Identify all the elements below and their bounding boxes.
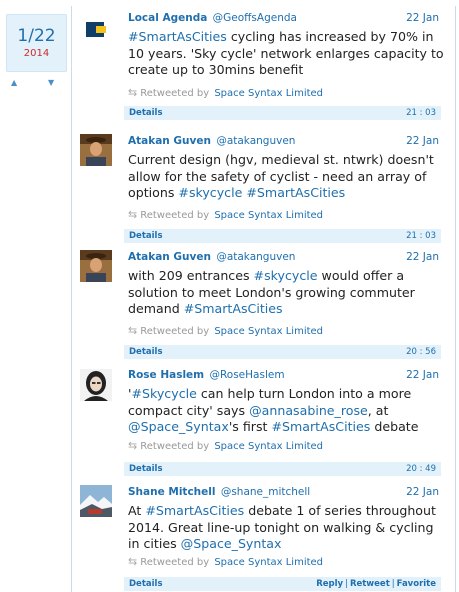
favorite-link[interactable]: Favorite — [397, 579, 436, 589]
tweet-text-segment: , at — [367, 402, 389, 418]
man-portrait-icon[interactable] — [80, 134, 112, 166]
retweeted-by-link[interactable]: Space Syntax Limited — [214, 210, 323, 221]
tweet-date[interactable]: 22 Jan — [406, 135, 439, 147]
tweet: Local Agenda @GeoffsAgenda 22 Jan #Smart… — [72, 6, 455, 123]
retweet-prefix: Retweeted by — [140, 326, 210, 337]
tweet-text-segment: with 209 entrances — [128, 268, 254, 283]
retweet-prefix: Retweeted by — [140, 210, 210, 221]
details-link[interactable]: Details — [129, 577, 163, 591]
tweet-author: Rose Haslem @RoseHaslem — [128, 369, 285, 381]
tweet-text: '#Skycycle can help turn London into a m… — [128, 386, 446, 436]
retweet-icon: ⇆ — [128, 324, 138, 337]
tweet-author: Local Agenda @GeoffsAgenda — [128, 12, 297, 24]
author-handle[interactable]: @atakanguven — [216, 135, 295, 147]
retweet-info: ⇆ Retweeted by Space Syntax Limited — [128, 208, 323, 221]
date-day: 1/22 — [17, 26, 56, 46]
tweet-text: #SmartAsCities cycling has increased by … — [128, 29, 446, 79]
retweet-prefix: Retweeted by — [140, 88, 210, 99]
retweeted-by-link[interactable]: Space Syntax Limited — [214, 326, 323, 337]
local-agenda-logo-icon[interactable] — [80, 14, 112, 46]
author-handle[interactable]: @atakanguven — [216, 251, 295, 263]
author-handle[interactable]: @GeoffsAgenda — [213, 12, 297, 24]
tweet-author: Shane Mitchell @shane_mitchell — [128, 486, 310, 498]
tweet: Atakan Guven @atakanguven 22 Jan with 20… — [72, 239, 455, 359]
date-year: 2014 — [23, 48, 50, 59]
tweet-date[interactable]: 22 Jan — [406, 486, 439, 498]
author-name[interactable]: Atakan Guven — [128, 251, 211, 263]
hashtag-link[interactable]: #skycycle — [254, 268, 318, 283]
tweet-author: Atakan Guven @atakanguven — [128, 135, 295, 147]
author-name[interactable]: Shane Mitchell — [128, 486, 215, 498]
tweet-footer: Details Reply | Retweet | Favorite — [124, 577, 441, 591]
author-name[interactable]: Rose Haslem — [128, 369, 204, 381]
hashtag-link[interactable]: #SmartAsCities — [128, 29, 227, 44]
tweet-date[interactable]: 22 Jan — [406, 251, 439, 263]
action-separator: | — [345, 579, 348, 589]
retweet-prefix: Retweeted by — [140, 441, 210, 452]
retweet-icon: ⇆ — [128, 439, 138, 452]
author-name[interactable]: Atakan Guven — [128, 135, 211, 147]
retweet-info: ⇆ Retweeted by Space Syntax Limited — [128, 86, 323, 99]
retweet-info: ⇆ Retweeted by Space Syntax Limited — [128, 324, 323, 337]
details-link[interactable]: Details — [129, 106, 163, 120]
tweet-date[interactable]: 22 Jan — [406, 12, 439, 24]
woman-portrait-icon[interactable] — [80, 369, 112, 401]
tweet-feed: Local Agenda @GeoffsAgenda 22 Jan #Smart… — [71, 6, 456, 592]
tweet: Rose Haslem @RoseHaslem 22 Jan '#Skycycl… — [72, 356, 455, 476]
retweet-icon: ⇆ — [128, 208, 138, 221]
author-handle[interactable]: @RoseHaslem — [209, 369, 284, 381]
tweet-author: Atakan Guven @atakanguven — [128, 251, 295, 263]
hashtag-link[interactable]: #SmartAsCities — [246, 185, 345, 200]
retweet-info: ⇆ Retweeted by Space Syntax Limited — [128, 439, 323, 452]
tweet-text: Current design (hgv, medieval st. ntwrk)… — [128, 152, 446, 202]
hashtag-link[interactable]: #skycycle — [178, 185, 242, 200]
mention-link[interactable]: @annasabine_rose — [249, 403, 368, 418]
retweet-info: ⇆ Retweeted by Space Syntax Limited — [128, 555, 323, 568]
tweet-text-segment: 's first — [228, 419, 272, 434]
retweeted-by-link[interactable]: Space Syntax Limited — [214, 557, 323, 568]
retweet-icon: ⇆ — [128, 555, 138, 568]
date-nav: ▲ ▼ — [8, 78, 64, 90]
hashtag-link[interactable]: #Skycycle — [131, 386, 196, 401]
tweet-text: with 209 entrances #skycycle would offer… — [128, 268, 446, 318]
date-box: 1/22 2014 — [6, 14, 67, 72]
retweeted-by-link[interactable]: Space Syntax Limited — [214, 441, 323, 452]
previous-day-arrow-icon[interactable]: ▲ — [11, 78, 17, 87]
tweet-date[interactable]: 22 Jan — [406, 369, 439, 381]
author-name[interactable]: Local Agenda — [128, 12, 207, 24]
tweet-text: At #SmartAsCities debate 1 of series thr… — [128, 503, 446, 553]
mention-link[interactable]: @Space_Syntax — [128, 419, 229, 434]
author-handle[interactable]: @shane_mitchell — [221, 486, 310, 498]
mention-link[interactable]: @Space_Syntax — [181, 536, 282, 551]
tweet-time: 21 : 03 — [406, 108, 436, 118]
tweet-text-segment: At — [128, 503, 146, 518]
tweet: Atakan Guven @atakanguven 22 Jan Current… — [72, 123, 455, 243]
action-separator: | — [391, 579, 395, 589]
next-day-arrow-icon[interactable]: ▼ — [48, 78, 54, 87]
retweet-icon: ⇆ — [128, 86, 138, 99]
tweet: Shane Mitchell @shane_mitchell 22 Jan At… — [72, 473, 455, 592]
retweeted-by-link[interactable]: Space Syntax Limited — [214, 88, 323, 99]
retweet-prefix: Retweeted by — [140, 557, 210, 568]
landscape-photo-icon[interactable] — [80, 485, 112, 517]
tweet-footer: Details 21 : 03 — [124, 106, 441, 120]
man-portrait-icon[interactable] — [80, 250, 112, 282]
retweet-link[interactable]: Retweet — [350, 579, 390, 589]
hashtag-link[interactable]: #SmartAsCities — [145, 503, 244, 518]
hashtag-link[interactable]: #SmartAsCities — [271, 419, 370, 434]
tweet-text-segment: debate — [370, 419, 419, 434]
hashtag-link[interactable]: #SmartAsCities — [184, 301, 283, 316]
tweet-actions: Reply | Retweet | Favorite — [316, 577, 436, 591]
reply-link[interactable]: Reply — [316, 579, 343, 589]
